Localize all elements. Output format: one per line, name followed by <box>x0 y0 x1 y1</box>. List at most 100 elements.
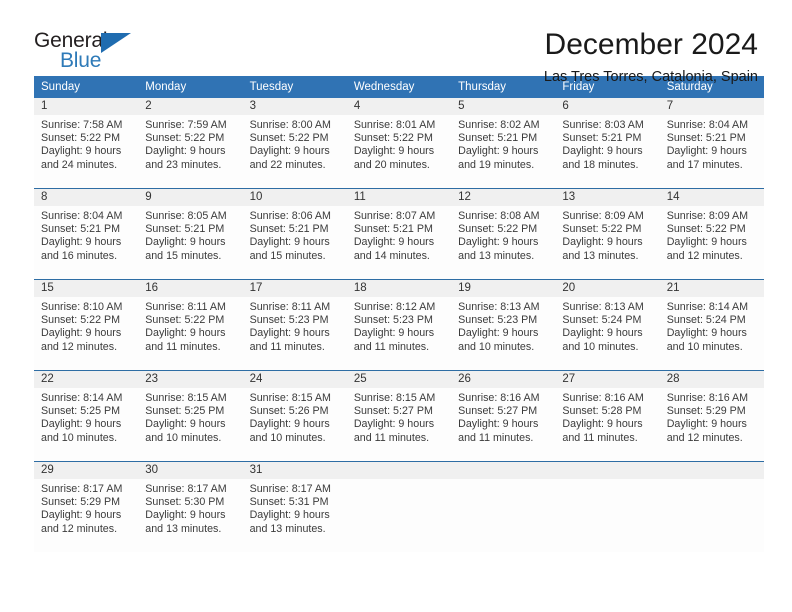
sunrise-text: Sunrise: 8:15 AM <box>249 392 331 404</box>
day-details <box>660 479 764 483</box>
calendar-empty-cell <box>659 461 764 552</box>
calendar-day-cell[interactable]: 10 Sunrise: 8:06 AM Sunset: 5:21 PM Dayligh… <box>242 188 347 280</box>
calendar-day-cell[interactable]: 16 Sunrise: 8:11 AM Sunset: 5:22 PM Dayligh… <box>138 279 243 371</box>
calendar-day-cell[interactable]: 25 Sunrise: 8:15 AM Sunset: 5:27 PM Dayligh… <box>346 370 452 462</box>
sunrise-text: Sunrise: 8:16 AM <box>562 392 644 404</box>
page-title: December 2024 <box>544 28 758 61</box>
daylight-text-line1: Daylight: 9 hours <box>145 327 226 340</box>
calendar-day-cell[interactable]: 4 Sunrise: 8:01 AM Sunset: 5:22 PM Daylight… <box>346 98 452 189</box>
day-details: Sunrise: 8:11 AM Sunset: 5:22 PM Daylight:… <box>138 297 242 354</box>
day-number: 29 <box>34 462 139 479</box>
daylight-text-line1: Daylight: 9 hours <box>353 418 435 431</box>
sunrise-text: Sunrise: 8:17 AM <box>249 483 331 495</box>
calendar-day-cell[interactable]: 5 Sunrise: 8:02 AM Sunset: 5:21 PM Daylight… <box>451 98 556 189</box>
day-details: Sunrise: 8:09 AM Sunset: 5:22 PM Daylight:… <box>660 206 764 263</box>
weekday-header-wednesday: Wednesday <box>346 76 452 98</box>
weekday-header-monday: Monday <box>138 76 243 98</box>
sunrise-text: Sunrise: 8:13 AM <box>562 301 644 313</box>
calendar-day-cell[interactable]: 17 Sunrise: 8:11 AM Sunset: 5:23 PM Dayligh… <box>242 279 347 371</box>
day-cell-inner: 29 Sunrise: 8:17 AM Sunset: 5:29 PM Dayligh… <box>34 462 139 552</box>
day-details: Sunrise: 8:16 AM Sunset: 5:27 PM Daylight:… <box>451 388 555 445</box>
sunrise-text: Sunrise: 8:05 AM <box>145 210 227 222</box>
calendar-day-cell[interactable]: 19 Sunrise: 8:13 AM Sunset: 5:23 PM Dayligh… <box>451 279 556 371</box>
day-cell-inner: 3 Sunrise: 8:00 AM Sunset: 5:22 PM Daylight… <box>242 98 347 188</box>
calendar-week-row: 15 Sunrise: 8:10 AM Sunset: 5:22 PM Dayligh… <box>34 279 764 371</box>
sunrise-text: Sunrise: 8:07 AM <box>353 210 436 222</box>
calendar-day-cell[interactable]: 15 Sunrise: 8:10 AM Sunset: 5:22 PM Dayligh… <box>34 279 139 371</box>
sunset-text: Sunset: 5:29 PM <box>41 496 121 509</box>
day-cell-inner: 27 Sunrise: 8:16 AM Sunset: 5:28 PM Dayligh… <box>555 371 660 461</box>
day-details: Sunrise: 7:58 AM Sunset: 5:22 PM Daylight:… <box>34 115 138 172</box>
day-number <box>451 462 556 479</box>
sunset-text: Sunset: 5:22 PM <box>145 314 225 327</box>
calendar-day-cell[interactable]: 13 Sunrise: 8:09 AM Sunset: 5:22 PM Dayligh… <box>555 188 660 280</box>
day-cell-inner: 17 Sunrise: 8:11 AM Sunset: 5:23 PM Dayligh… <box>242 280 347 370</box>
calendar-day-cell[interactable]: 14 Sunrise: 8:09 AM Sunset: 5:22 PM Dayligh… <box>659 188 764 280</box>
day-number: 26 <box>451 371 556 388</box>
calendar-day-cell[interactable]: 24 Sunrise: 8:15 AM Sunset: 5:26 PM Dayligh… <box>242 370 347 462</box>
calendar-day-cell[interactable]: 30 Sunrise: 8:17 AM Sunset: 5:30 PM Dayligh… <box>138 461 243 552</box>
daylight-text-line1: Daylight: 9 hours <box>353 145 435 158</box>
day-cell-inner: 30 Sunrise: 8:17 AM Sunset: 5:30 PM Dayligh… <box>138 462 243 552</box>
day-cell-inner: 31 Sunrise: 8:17 AM Sunset: 5:31 PM Dayligh… <box>242 462 347 552</box>
sunrise-text: Sunrise: 8:16 AM <box>458 392 540 404</box>
day-number: 8 <box>34 189 139 206</box>
day-cell-inner: 21 Sunrise: 8:14 AM Sunset: 5:24 PM Dayligh… <box>659 280 764 370</box>
day-details: Sunrise: 8:00 AM Sunset: 5:22 PM Daylight:… <box>243 115 347 172</box>
calendar-day-cell[interactable]: 3 Sunrise: 8:00 AM Sunset: 5:22 PM Daylight… <box>242 98 347 189</box>
daylight-text-line1: Daylight: 9 hours <box>458 236 539 249</box>
daylight-text-line1: Daylight: 9 hours <box>41 236 122 249</box>
calendar-day-cell[interactable]: 2 Sunrise: 7:59 AM Sunset: 5:22 PM Daylight… <box>138 98 243 189</box>
calendar-day-cell[interactable]: 31 Sunrise: 8:17 AM Sunset: 5:31 PM Dayligh… <box>242 461 347 552</box>
calendar-day-cell[interactable]: 18 Sunrise: 8:12 AM Sunset: 5:23 PM Dayligh… <box>346 279 452 371</box>
day-cell-inner: 13 Sunrise: 8:09 AM Sunset: 5:22 PM Dayligh… <box>555 189 660 279</box>
day-number: 4 <box>346 98 452 115</box>
calendar-day-cell[interactable]: 23 Sunrise: 8:15 AM Sunset: 5:25 PM Dayligh… <box>138 370 243 462</box>
daylight-text-line2: and 11 minutes. <box>562 431 638 444</box>
calendar-day-cell[interactable]: 29 Sunrise: 8:17 AM Sunset: 5:29 PM Dayligh… <box>34 461 139 552</box>
calendar-day-cell[interactable]: 1 Sunrise: 7:58 AM Sunset: 5:22 PM Daylight… <box>34 98 139 189</box>
sunset-text: Sunset: 5:22 PM <box>666 223 746 236</box>
calendar-day-cell[interactable]: 20 Sunrise: 8:13 AM Sunset: 5:24 PM Dayligh… <box>555 279 660 371</box>
day-cell-inner <box>451 462 556 552</box>
sunset-text: Sunset: 5:28 PM <box>562 405 642 418</box>
daylight-text-line1: Daylight: 9 hours <box>41 418 122 431</box>
day-cell-inner: 22 Sunrise: 8:14 AM Sunset: 5:25 PM Dayligh… <box>34 371 139 461</box>
calendar-day-cell[interactable]: 7 Sunrise: 8:04 AM Sunset: 5:21 PM Daylight… <box>659 98 764 189</box>
day-number: 23 <box>138 371 243 388</box>
daylight-text-line2: and 10 minutes. <box>249 431 326 444</box>
day-details: Sunrise: 8:06 AM Sunset: 5:21 PM Daylight:… <box>243 206 347 263</box>
sunrise-text: Sunrise: 7:59 AM <box>145 119 227 131</box>
daylight-text-line1: Daylight: 9 hours <box>353 327 435 340</box>
calendar-day-cell[interactable]: 22 Sunrise: 8:14 AM Sunset: 5:25 PM Dayligh… <box>34 370 139 462</box>
daylight-text-line2: and 12 minutes. <box>666 431 743 444</box>
calendar-day-cell[interactable]: 21 Sunrise: 8:14 AM Sunset: 5:24 PM Dayligh… <box>659 279 764 371</box>
calendar-day-cell[interactable]: 12 Sunrise: 8:08 AM Sunset: 5:22 PM Dayligh… <box>451 188 556 280</box>
calendar-day-cell[interactable]: 8 Sunrise: 8:04 AM Sunset: 5:21 PM Daylight… <box>34 188 139 280</box>
sunrise-text: Sunrise: 8:12 AM <box>353 301 436 313</box>
calendar-day-cell[interactable]: 27 Sunrise: 8:16 AM Sunset: 5:28 PM Dayligh… <box>555 370 660 462</box>
calendar-day-cell[interactable]: 9 Sunrise: 8:05 AM Sunset: 5:21 PM Daylight… <box>138 188 243 280</box>
daylight-text-line2: and 24 minutes. <box>41 158 118 171</box>
day-details: Sunrise: 8:17 AM Sunset: 5:31 PM Daylight:… <box>243 479 347 536</box>
day-number: 30 <box>138 462 243 479</box>
day-cell-inner: 9 Sunrise: 8:05 AM Sunset: 5:21 PM Daylight… <box>138 189 243 279</box>
sunrise-text: Sunrise: 8:11 AM <box>145 301 226 313</box>
day-details: Sunrise: 7:59 AM Sunset: 5:22 PM Daylight:… <box>138 115 242 172</box>
calendar-day-cell[interactable]: 28 Sunrise: 8:16 AM Sunset: 5:29 PM Dayligh… <box>659 370 764 462</box>
daylight-text-line2: and 13 minutes. <box>562 249 639 262</box>
daylight-text-line2: and 11 minutes. <box>249 340 325 353</box>
daylight-text-line2: and 17 minutes. <box>666 158 743 171</box>
calendar-day-cell[interactable]: 26 Sunrise: 8:16 AM Sunset: 5:27 PM Dayligh… <box>451 370 556 462</box>
calendar-day-cell[interactable]: 11 Sunrise: 8:07 AM Sunset: 5:21 PM Dayligh… <box>346 188 452 280</box>
sunset-text: Sunset: 5:30 PM <box>145 496 225 509</box>
day-cell-inner: 25 Sunrise: 8:15 AM Sunset: 5:27 PM Dayligh… <box>346 371 452 461</box>
sunrise-text: Sunrise: 8:11 AM <box>249 301 331 313</box>
sunrise-text: Sunrise: 8:04 AM <box>666 119 749 131</box>
general-blue-logo[interactable]: General Blue <box>34 28 146 74</box>
calendar-day-cell[interactable]: 6 Sunrise: 8:03 AM Sunset: 5:21 PM Daylight… <box>555 98 660 189</box>
day-number: 15 <box>34 280 139 297</box>
calendar-empty-cell <box>346 461 452 552</box>
day-details: Sunrise: 8:17 AM Sunset: 5:30 PM Daylight:… <box>138 479 242 536</box>
logo-text-blue: Blue <box>60 49 102 72</box>
